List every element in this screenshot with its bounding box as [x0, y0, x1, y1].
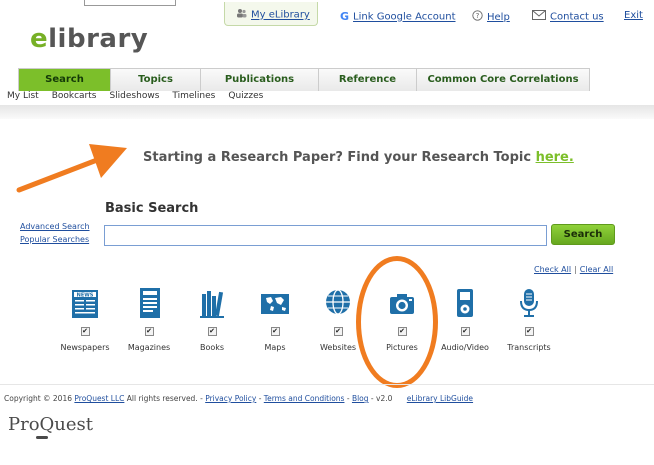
tab-publications[interactable]: Publications — [201, 69, 319, 91]
tab-common-core[interactable]: Common Core Correlations — [417, 69, 589, 91]
footer-divider — [0, 384, 654, 385]
libguide-link[interactable]: eLibrary LibGuide — [407, 394, 473, 403]
transcripts-checkbox[interactable]: ✔ — [524, 327, 534, 336]
source-maps: ✔ Maps — [245, 286, 305, 352]
check-clear-links: Check All | Clear All — [534, 265, 613, 274]
magazines-checkbox[interactable]: ✔ — [144, 327, 154, 336]
tab-reference[interactable]: Reference — [319, 69, 417, 91]
maps-checkbox[interactable]: ✔ — [270, 327, 280, 336]
main-nav: Search Topics Publications Reference Com… — [18, 68, 590, 91]
subnav-quizzes[interactable]: Quizzes — [228, 91, 263, 105]
websites-checkbox[interactable]: ✔ — [333, 327, 343, 336]
clear-all-link[interactable]: Clear All — [580, 265, 613, 274]
annotation-arrow — [16, 144, 127, 193]
search-input[interactable] — [104, 225, 547, 246]
privacy-policy-link[interactable]: Privacy Policy — [205, 394, 256, 403]
audio-video-checkbox[interactable]: ✔ — [460, 327, 470, 336]
sub-nav: My List Bookcarts Slideshows Timelines Q… — [0, 91, 654, 105]
maps-label: Maps — [264, 343, 286, 352]
research-topic-here-link[interactable]: here. — [536, 150, 574, 165]
envelope-icon — [532, 10, 546, 23]
copyright-text: Copyright © 2016 — [4, 394, 75, 403]
globe-icon — [326, 289, 350, 315]
rights-text: All rights reserved. - — [124, 394, 206, 403]
contact-us-link[interactable]: Contact us — [532, 10, 604, 23]
contact-us-label: Contact us — [550, 11, 604, 23]
proquest-logo[interactable]: ProQuest — [8, 414, 93, 435]
proquest-logo-swash — [36, 436, 48, 439]
check-all-link[interactable]: Check All — [534, 265, 571, 274]
logo-e: e — [30, 24, 49, 54]
newspapers-checkbox[interactable]: ✔ — [80, 327, 90, 336]
books-checkbox[interactable]: ✔ — [207, 327, 217, 336]
exit-label: Exit — [624, 10, 643, 21]
newspapers-label: Newspapers — [60, 343, 110, 352]
subnav-slideshows[interactable]: Slideshows — [109, 91, 159, 105]
svg-text:NEWS: NEWS — [77, 293, 94, 299]
annotation-circle — [356, 256, 438, 388]
tab-search[interactable]: Search — [19, 69, 111, 91]
elibrary-logo[interactable]: elibrary — [30, 24, 148, 54]
newspaper-icon: NEWS — [72, 290, 98, 318]
nav-shadow — [0, 105, 654, 119]
svg-text:?: ? — [476, 12, 480, 20]
basic-search-title: Basic Search — [105, 201, 199, 216]
source-audio-video: ✔ Audio/Video — [435, 286, 495, 352]
top-edge-box — [84, 0, 176, 6]
help-label: Help — [487, 12, 510, 23]
user-group-icon — [236, 8, 247, 21]
popular-searches-link[interactable]: Popular Searches — [20, 235, 89, 244]
google-g-icon: G — [340, 10, 350, 23]
question-circle-icon: ? — [472, 10, 483, 24]
subnav-bookcarts[interactable]: Bookcarts — [52, 91, 97, 105]
source-books: ✔ Books — [182, 286, 242, 352]
tab-topics[interactable]: Topics — [111, 69, 201, 91]
check-clear-separator: | — [574, 265, 577, 274]
research-prompt-text: Starting a Research Paper? Find your Res… — [143, 150, 536, 165]
subnav-my-list[interactable]: My List — [7, 91, 39, 105]
transcripts-label: Transcripts — [507, 343, 551, 352]
research-prompt: Starting a Research Paper? Find your Res… — [143, 150, 574, 165]
version-text: - v2.0 — [368, 394, 393, 403]
books-icon — [200, 291, 224, 318]
exit-link[interactable]: Exit — [624, 10, 643, 21]
my-elibrary-label: My eLibrary — [251, 9, 310, 21]
subnav-timelines[interactable]: Timelines — [172, 91, 215, 105]
footer-sep: - — [344, 394, 352, 403]
advanced-search-link[interactable]: Advanced Search — [20, 222, 90, 231]
source-magazines: ✔ Magazines — [119, 286, 179, 352]
link-google-account[interactable]: G Link Google Account — [340, 10, 456, 23]
search-button[interactable]: Search — [551, 224, 615, 245]
audio-video-label: Audio/Video — [441, 343, 489, 352]
magazines-label: Magazines — [127, 343, 171, 352]
my-elibrary-link[interactable]: My eLibrary — [224, 2, 318, 26]
map-icon — [261, 294, 289, 314]
books-label: Books — [199, 343, 225, 352]
media-player-icon — [457, 289, 473, 317]
source-newspapers: NEWS ✔ Newspapers — [55, 286, 115, 352]
logo-rest: library — [48, 24, 149, 54]
help-link[interactable]: ? Help — [472, 10, 510, 24]
link-google-label: Link Google Account — [353, 11, 456, 23]
blog-link[interactable]: Blog — [352, 394, 369, 403]
terms-link[interactable]: Terms and Conditions — [264, 394, 345, 403]
footer-sep: - — [256, 394, 264, 403]
source-transcripts: ✔ Transcripts — [499, 286, 559, 352]
footer: Copyright © 2016 ProQuest LLC All rights… — [4, 394, 473, 403]
microphone-icon — [520, 289, 538, 317]
magazine-icon — [140, 288, 160, 318]
proquest-llc-link[interactable]: ProQuest LLC — [74, 394, 124, 403]
